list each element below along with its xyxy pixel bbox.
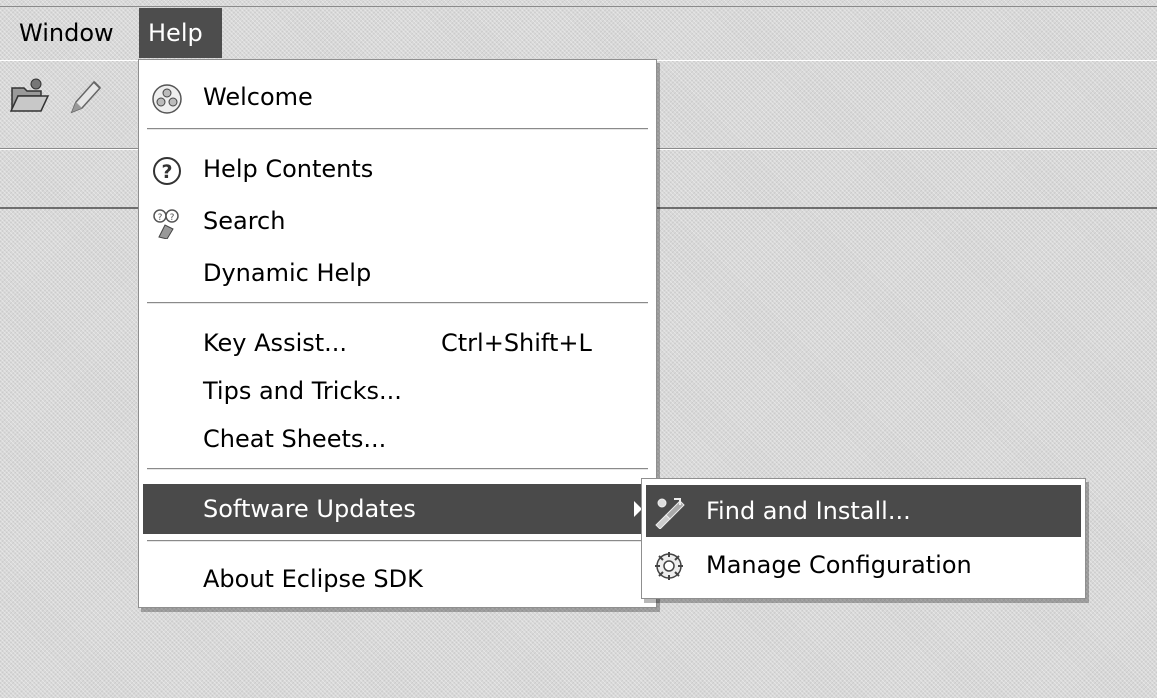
submenu-item-manage-configuration[interactable]: Manage Configuration: [646, 539, 1081, 591]
welcome-icon: [151, 82, 183, 114]
menu-window[interactable]: Window: [10, 8, 123, 58]
menu-item-software-updates[interactable]: Software Updates: [143, 484, 652, 534]
pen-icon[interactable]: [64, 74, 108, 118]
menu-item-label: Software Updates: [203, 495, 416, 523]
menu-item-key-assist[interactable]: Key Assist... Ctrl+Shift+L: [143, 318, 652, 368]
question-icon: ?: [151, 154, 183, 186]
svg-text:?: ?: [161, 161, 172, 183]
help-menu-dropdown: Welcome ? Help Contents ? ? Search Dynam…: [138, 59, 657, 608]
menu-item-label: Help Contents: [203, 155, 374, 183]
menu-item-tips-and-tricks[interactable]: Tips and Tricks...: [143, 366, 652, 416]
menu-item-label: Welcome: [203, 83, 313, 111]
manage-configuration-icon: [652, 549, 686, 583]
menu-item-label: Key Assist...: [203, 329, 348, 357]
menu-item-label: About Eclipse SDK: [203, 565, 423, 593]
svg-text:?: ?: [158, 213, 163, 223]
menu-item-label: Search: [203, 207, 286, 235]
submenu-item-label: Find and Install...: [706, 497, 911, 525]
menu-separator: [147, 128, 648, 130]
svg-text:?: ?: [170, 213, 175, 223]
submenu-item-find-and-install[interactable]: Find and Install...: [646, 485, 1081, 537]
open-folder-icon[interactable]: [8, 74, 52, 118]
menu-separator: [147, 540, 648, 542]
menu-separator: [147, 302, 648, 304]
menu-item-help-contents[interactable]: ? Help Contents: [143, 144, 652, 194]
menu-item-cheat-sheets[interactable]: Cheat Sheets...: [143, 414, 652, 464]
menu-item-dynamic-help[interactable]: Dynamic Help: [143, 248, 652, 298]
window-top-border: [0, 6, 1157, 7]
menu-separator: [147, 468, 648, 470]
menu-item-search[interactable]: ? ? Search: [143, 196, 652, 246]
menu-bar: Window Help: [0, 8, 1157, 58]
menu-item-welcome[interactable]: Welcome: [143, 72, 652, 122]
menu-item-label: Cheat Sheets...: [203, 425, 387, 453]
menu-item-accelerator: Ctrl+Shift+L: [441, 329, 592, 357]
search-icon: ? ?: [151, 206, 183, 240]
menu-item-about-eclipse-sdk[interactable]: About Eclipse SDK: [143, 554, 652, 604]
menu-item-label: Dynamic Help: [203, 259, 372, 287]
software-updates-submenu: Find and Install... Manage Configuration: [641, 478, 1086, 599]
find-install-icon: [652, 495, 686, 530]
menu-help[interactable]: Help: [139, 8, 222, 58]
menu-item-label: Tips and Tricks...: [203, 377, 402, 405]
submenu-item-label: Manage Configuration: [706, 551, 972, 579]
